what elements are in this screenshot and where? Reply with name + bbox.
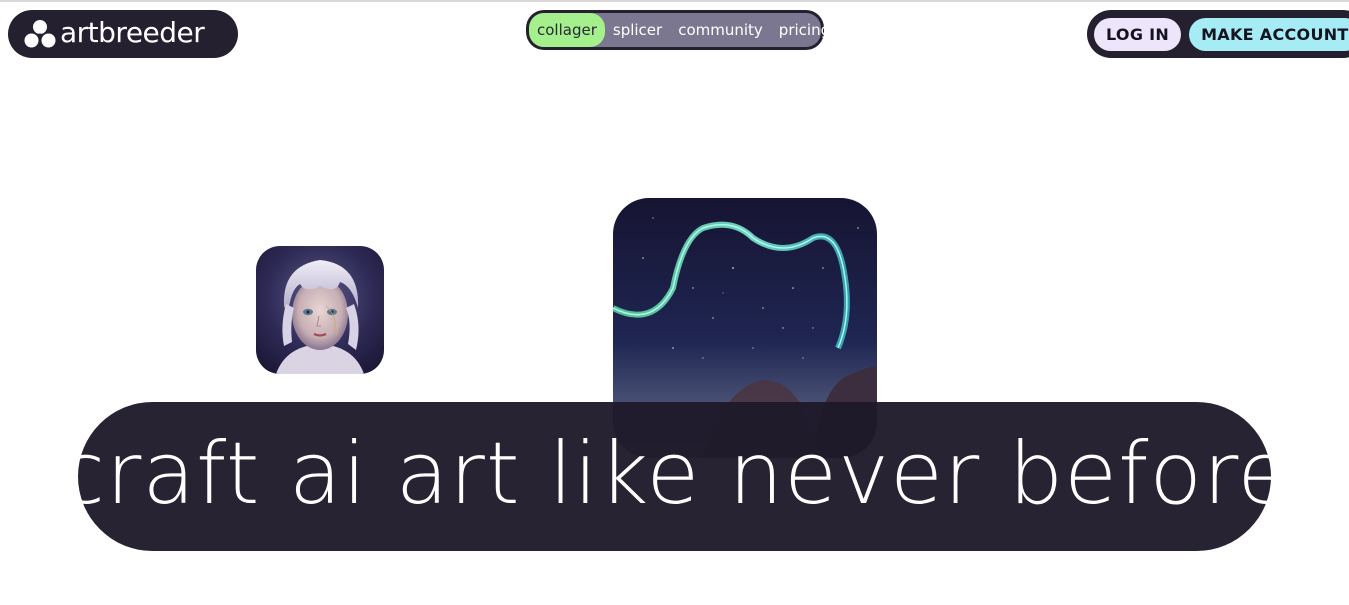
- nav-item-community[interactable]: community: [670, 13, 771, 47]
- nav-item-pricing[interactable]: pricing: [771, 13, 838, 47]
- hero-headline: craft ai art like never before: [57, 423, 1292, 524]
- make-account-button[interactable]: MAKE ACCOUNT: [1189, 17, 1349, 51]
- artbreeder-trefoil-icon: [24, 20, 56, 48]
- nav-item-splicer[interactable]: splicer: [605, 13, 670, 47]
- auth-group: LOG IN MAKE ACCOUNT: [1087, 10, 1349, 58]
- hero-banner: craft ai art like never before: [58, 402, 1290, 551]
- logo-link[interactable]: artbreeder: [8, 10, 238, 58]
- brand-name: artbreeder: [60, 15, 205, 49]
- main-nav: collager splicer community pricing: [526, 10, 830, 50]
- top-border: [0, 0, 1349, 2]
- nav-item-collager[interactable]: collager: [529, 13, 605, 47]
- portrait-artwork[interactable]: [256, 246, 384, 374]
- nav-track: collager splicer community pricing: [529, 13, 830, 47]
- portrait-image: [256, 246, 384, 374]
- page: artbreeder collager splicer community pr…: [0, 0, 1349, 605]
- login-button[interactable]: LOG IN: [1094, 17, 1182, 51]
